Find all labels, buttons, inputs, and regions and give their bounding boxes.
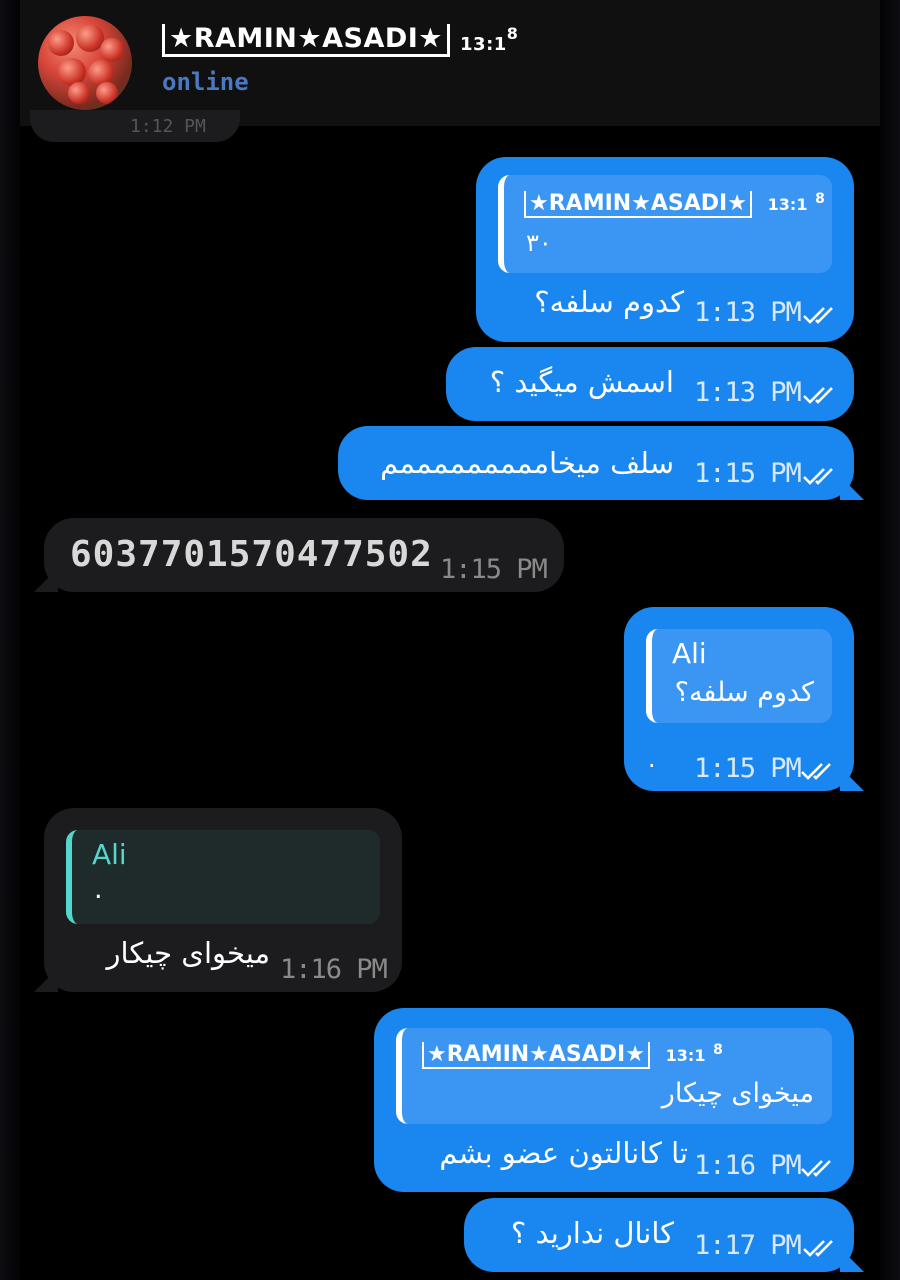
contact-name[interactable]: ★RAMIN★ASADI★ 13:1 8: [162, 24, 518, 57]
message-bubble-outgoing[interactable]: اسمش میگید ؟ 1:13 PM: [446, 347, 854, 421]
contact-name-suffix: 13:1: [460, 34, 507, 55]
message-bubble-incoming[interactable]: Ali . میخوای چیکار 1:16 PM: [44, 808, 402, 992]
reply-preview[interactable]: Ali کدوم سلفه؟: [646, 629, 832, 723]
message-bubble-outgoing[interactable]: سلف میخامممممممممم 1:15 PM: [338, 426, 854, 500]
message-text: 6037701570477502: [70, 534, 433, 575]
message-bubble-incoming[interactable]: 6037701570477502 1:15 PM: [44, 518, 564, 592]
message-time: 1:13 PM: [694, 377, 802, 408]
message-time: 1:15 PM: [694, 458, 802, 489]
reply-text: کدوم سلفه؟: [674, 677, 814, 708]
reply-text: ۳۰: [526, 229, 552, 257]
message-bubble-outgoing[interactable]: ★RAMIN★ASADI★ 13:1 8 ۳۰ کدوم سلفه؟ 1:13 …: [476, 157, 854, 342]
reply-preview[interactable]: Ali .: [66, 830, 380, 924]
chat-screen: ★RAMIN★ASADI★ 13:1 8 online 1:12 PM ★RAM…: [0, 0, 900, 1280]
message-text: کدوم سلفه؟: [534, 285, 684, 319]
contact-name-text: ★RAMIN★ASADI★: [162, 24, 451, 57]
message-text: تا کانالتون عضو بشم: [439, 1136, 688, 1170]
contact-name-superscript: 8: [506, 24, 519, 43]
message-time: 1:15 PM: [440, 554, 548, 585]
reply-author: ★RAMIN★ASADI★ 13:1 8: [422, 1042, 723, 1069]
reply-author: ★RAMIN★ASADI★ 13:1 8: [524, 191, 825, 218]
avatar-tomato: [100, 38, 124, 62]
message-text: کانال ندارید ؟: [510, 1216, 674, 1250]
double-check-icon: [803, 1240, 833, 1257]
message-text: .: [648, 745, 656, 773]
message-time: 1:15 PM: [694, 753, 802, 784]
message-bubble-outgoing[interactable]: ★RAMIN★ASADI★ 13:1 8 میخوای چیکار تا کان…: [374, 1008, 854, 1192]
double-check-icon: [801, 1160, 831, 1177]
reply-preview[interactable]: ★RAMIN★ASADI★ 13:1 8 میخوای چیکار: [396, 1028, 832, 1124]
message-time: 1:17 PM: [694, 1230, 802, 1261]
message-bubble-outgoing[interactable]: Ali کدوم سلفه؟ . 1:15 PM: [624, 607, 854, 791]
message-time: 1:13 PM: [694, 297, 802, 328]
double-check-icon: [803, 307, 833, 324]
reply-author: Ali: [92, 838, 127, 871]
double-check-icon: [803, 468, 833, 485]
message-text: میخوای چیکار: [106, 936, 271, 970]
edge-right: [880, 0, 900, 1280]
message-text: اسمش میگید ؟: [489, 365, 674, 399]
message-text: سلف میخامممممممممم: [380, 446, 674, 480]
reply-text: .: [94, 874, 103, 905]
message-bubble-outgoing[interactable]: کانال ندارید ؟ 1:17 PM: [464, 1198, 854, 1272]
reply-preview[interactable]: ★RAMIN★ASADI★ 13:1 8 ۳۰: [498, 175, 832, 273]
avatar-tomato: [68, 82, 90, 104]
previous-message-partial[interactable]: 1:12 PM: [30, 110, 240, 142]
reply-text: میخوای چیکار: [661, 1078, 814, 1109]
edge-left: [0, 0, 20, 1280]
avatar-tomato: [48, 30, 74, 56]
reply-author: Ali: [672, 637, 707, 670]
chat-header[interactable]: ★RAMIN★ASADI★ 13:1 8 online: [20, 0, 880, 126]
previous-message-time: 1:12 PM: [130, 116, 206, 137]
double-check-icon: [801, 763, 831, 780]
contact-avatar[interactable]: [38, 16, 132, 110]
double-check-icon: [803, 387, 833, 404]
message-time: 1:16 PM: [280, 954, 388, 985]
avatar-tomato: [96, 82, 118, 104]
message-time: 1:16 PM: [694, 1150, 802, 1181]
contact-status: online: [162, 68, 249, 96]
